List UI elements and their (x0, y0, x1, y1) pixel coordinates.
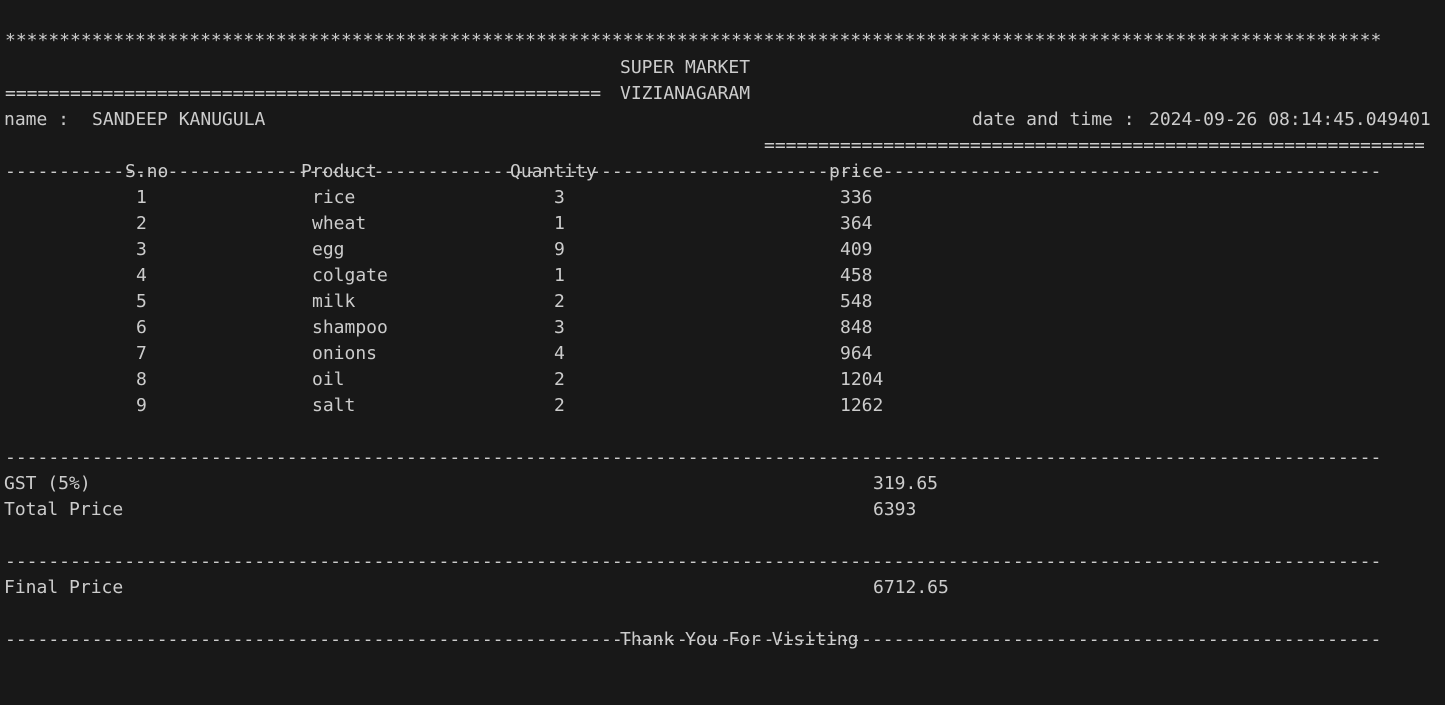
row-sno: 3 (136, 239, 147, 260)
dash-rule: ----------------------------------------… (5, 447, 1382, 468)
gst-label: GST (5%) (4, 473, 91, 494)
row-price: 548 (840, 291, 873, 312)
row-sno: 2 (136, 213, 147, 234)
dash-line: ----------------------------------------… (0, 133, 1445, 182)
table-row: 4 colgate 1 458 (0, 263, 1445, 289)
dash-line: ----------------------------------------… (0, 419, 1445, 468)
star-border-line: ****************************************… (0, 2, 1445, 51)
row-sno: 8 (136, 369, 147, 390)
city-line: VIZIANAGARAM (0, 81, 1445, 107)
row-sno: 5 (136, 291, 147, 312)
row-price: 1262 (840, 395, 884, 416)
row-product: colgate (312, 265, 388, 286)
table-row: 6 shampoo 3 848 (0, 315, 1445, 341)
row-sno: 1 (136, 187, 147, 208)
row-product: shampoo (312, 317, 388, 338)
dash-line: ----------------------------------------… (0, 601, 1445, 650)
row-product: onions (312, 343, 378, 364)
column-header-price: price (829, 161, 884, 182)
customer-name: SANDEEP KANUGULA (92, 109, 266, 130)
row-product: egg (312, 239, 345, 260)
store-name: SUPER MARKET (620, 57, 751, 78)
column-header-sno: S.no (125, 161, 169, 182)
table-row: 2 wheat 1 364 (0, 211, 1445, 237)
table-row: 1 rice 3 336 (0, 185, 1445, 211)
row-quantity: 1 (554, 213, 565, 234)
thanks-line: Thank You For Visiting (0, 627, 1445, 653)
total-value: 6393 (873, 499, 917, 520)
row-quantity: 4 (554, 343, 565, 364)
column-header-product: Product (301, 161, 377, 182)
row-product: milk (312, 291, 356, 312)
final-line: Final Price 6712.65 (0, 575, 1445, 601)
table-header: S.no Product Quantity price (0, 159, 1445, 185)
table-row: 8 oil 2 1204 (0, 367, 1445, 393)
row-quantity: 2 (554, 395, 565, 416)
row-price: 364 (840, 213, 873, 234)
total-line: Total Price 6393 (0, 497, 1445, 523)
name-label: name : (4, 109, 70, 130)
row-quantity: 2 (554, 369, 565, 390)
row-product: wheat (312, 213, 367, 234)
final-value: 6712.65 (873, 577, 949, 598)
datetime-value: 2024-09-26 08:14:45.049401 (1149, 109, 1431, 130)
row-sno: 9 (136, 395, 147, 416)
row-product: oil (312, 369, 345, 390)
customer-line: name : SANDEEP KANUGULA date and time : … (0, 107, 1445, 133)
header-line: ========================================… (0, 55, 1445, 156)
row-sno: 4 (136, 265, 147, 286)
row-price: 1204 (840, 369, 884, 390)
row-price: 848 (840, 317, 873, 338)
gst-line: GST (5%) 319.65 (0, 471, 1445, 497)
dash-line: ----------------------------------------… (0, 523, 1445, 572)
table-row: 3 egg 9 409 (0, 237, 1445, 263)
gst-value: 319.65 (873, 473, 939, 494)
column-header-quantity: Quantity (510, 161, 597, 182)
star-border: ****************************************… (5, 30, 1382, 51)
total-label: Total Price (4, 499, 124, 520)
table-row: 7 onions 4 964 (0, 341, 1445, 367)
final-label: Final Price (4, 577, 124, 598)
row-quantity: 1 (554, 265, 565, 286)
row-sno: 7 (136, 343, 147, 364)
row-quantity: 3 (554, 317, 565, 338)
row-price: 964 (840, 343, 873, 364)
dash-rule: ----------------------------------------… (5, 551, 1382, 572)
row-product: rice (312, 187, 356, 208)
row-price: 458 (840, 265, 873, 286)
datetime-label: date and time : (972, 109, 1135, 130)
table-row: 9 salt 2 1262 (0, 393, 1445, 419)
table-row: 5 milk 2 548 (0, 289, 1445, 315)
row-quantity: 9 (554, 239, 565, 260)
row-quantity: 2 (554, 291, 565, 312)
row-price: 336 (840, 187, 873, 208)
thank-you-message: Thank You For Visiting (620, 629, 859, 650)
row-quantity: 3 (554, 187, 565, 208)
row-sno: 6 (136, 317, 147, 338)
row-product: salt (312, 395, 356, 416)
store-city: VIZIANAGARAM (620, 83, 751, 104)
row-price: 409 (840, 239, 873, 260)
